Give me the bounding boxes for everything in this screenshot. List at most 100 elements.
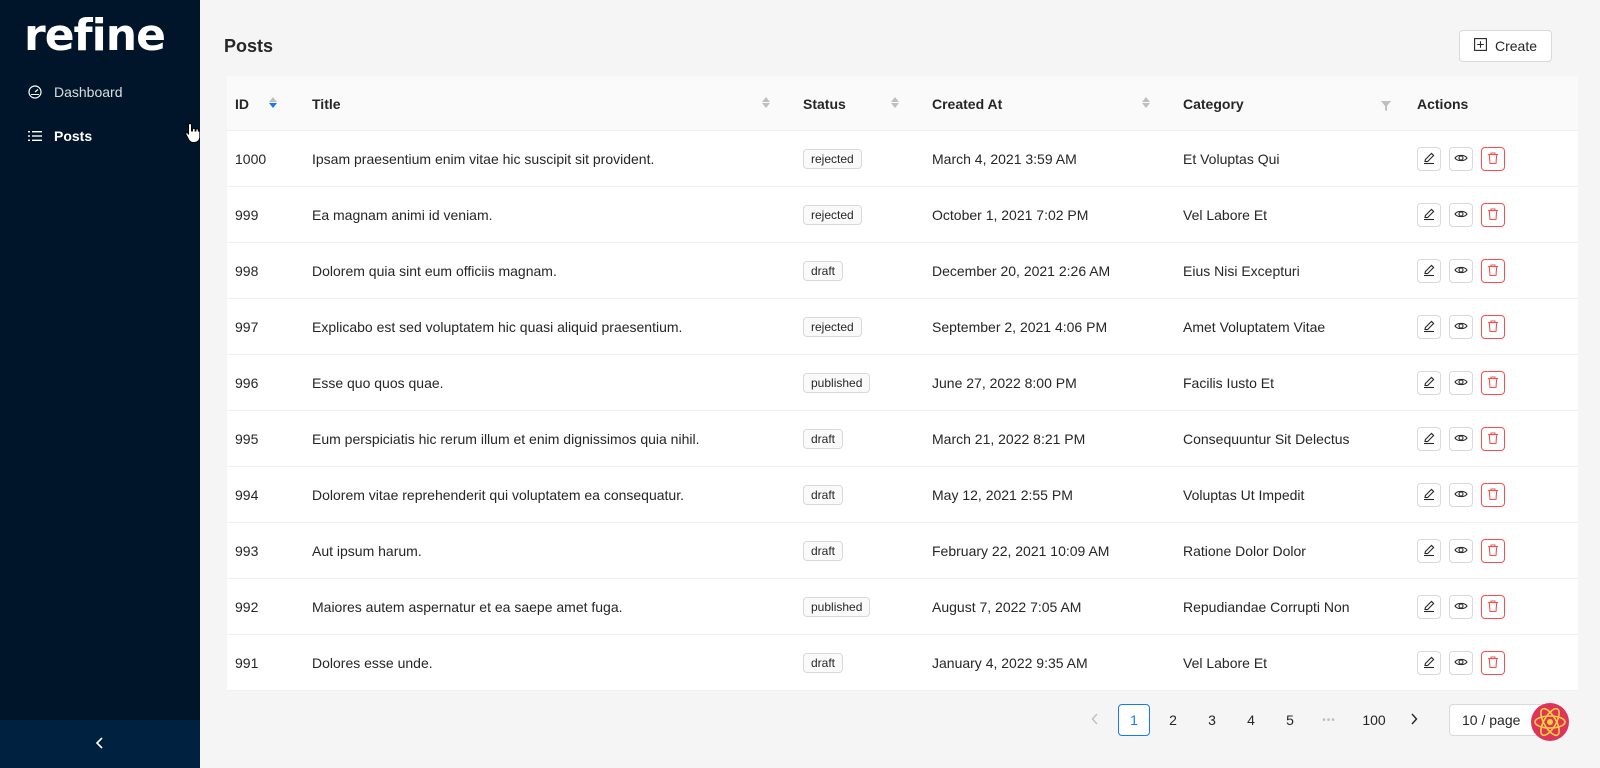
title-text: Explicabo est sed voluptatem hic quasi a…: [312, 319, 683, 335]
eye-icon: [1454, 375, 1468, 392]
delete-button[interactable]: [1481, 595, 1505, 619]
row-actions: [1417, 371, 1505, 395]
main-content: Posts Create ID Title Status Created At: [200, 0, 1600, 768]
delete-button[interactable]: [1481, 315, 1505, 339]
title-text: Eum perspiciatis hic rerum illum et enim…: [312, 431, 700, 447]
status-badge: draft: [803, 429, 844, 449]
edit-button[interactable]: [1417, 371, 1441, 395]
edit-button[interactable]: [1417, 483, 1441, 507]
category-text: Ratione Dolor Dolor: [1183, 543, 1306, 559]
row-actions: [1417, 483, 1505, 507]
cell-title: Aut ipsum harum.: [312, 523, 422, 579]
eye-icon: [1454, 655, 1468, 672]
delete-icon: [1486, 319, 1500, 336]
pagination-next-button[interactable]: [1398, 704, 1430, 736]
show-button[interactable]: [1449, 203, 1473, 227]
sort-icon[interactable]: [891, 97, 899, 108]
edit-icon: [1422, 431, 1436, 448]
delete-icon: [1486, 263, 1500, 280]
show-button[interactable]: [1449, 259, 1473, 283]
delete-button[interactable]: [1481, 371, 1505, 395]
edit-button[interactable]: [1417, 315, 1441, 339]
react-devtools-icon[interactable]: [1530, 702, 1570, 742]
column-header-id[interactable]: ID: [235, 76, 277, 131]
pagination-ellipsis[interactable]: •••: [1313, 704, 1345, 736]
edit-button[interactable]: [1417, 203, 1441, 227]
pagination-page-5[interactable]: 5: [1274, 704, 1306, 736]
sidebar-item-dashboard[interactable]: Dashboard: [0, 70, 200, 114]
delete-button[interactable]: [1481, 427, 1505, 451]
cell-category: Repudiandae Corrupti Non: [1183, 579, 1350, 635]
show-button[interactable]: [1449, 371, 1473, 395]
delete-button[interactable]: [1481, 203, 1505, 227]
column-header-title[interactable]: Title: [312, 76, 772, 131]
cell-title: Eum perspiciatis hic rerum illum et enim…: [312, 411, 699, 467]
created-at-text: March 21, 2022 8:21 PM: [932, 431, 1086, 447]
cell-title: Maiores autem aspernatur et ea saepe ame…: [312, 579, 623, 635]
cell-category: Vel Labore Et: [1183, 635, 1267, 691]
show-button[interactable]: [1449, 595, 1473, 619]
show-button[interactable]: [1449, 315, 1473, 339]
status-badge: rejected: [803, 149, 862, 169]
id-text: 997: [235, 319, 259, 335]
pagination-page-1[interactable]: 1: [1118, 704, 1150, 736]
app-logo[interactable]: refine: [24, 10, 166, 61]
table-header: ID Title Status Created At Category Acti…: [227, 76, 1578, 131]
column-header-created-at[interactable]: Created At: [932, 76, 1152, 131]
sort-icon[interactable]: [1142, 97, 1150, 108]
pagination-page-3[interactable]: 3: [1196, 704, 1228, 736]
cell-created-at: January 4, 2022 9:35 AM: [932, 635, 1088, 691]
cell-status: published: [803, 579, 871, 635]
delete-button[interactable]: [1481, 651, 1505, 675]
column-header-category[interactable]: Category: [1183, 76, 1398, 131]
edit-button[interactable]: [1417, 539, 1441, 563]
cell-id: 998: [235, 243, 258, 299]
cell-title: Ipsam praesentium enim vitae hic suscipi…: [312, 131, 654, 187]
show-button[interactable]: [1449, 427, 1473, 451]
logo-text: refine: [24, 10, 166, 61]
sidebar-item-posts[interactable]: Posts: [0, 114, 200, 158]
pagination-prev-button[interactable]: [1079, 704, 1111, 736]
sort-icon[interactable]: [269, 97, 277, 108]
edit-button[interactable]: [1417, 595, 1441, 619]
pagination-page-2[interactable]: 2: [1157, 704, 1189, 736]
edit-button[interactable]: [1417, 651, 1441, 675]
show-button[interactable]: [1449, 539, 1473, 563]
edit-icon: [1422, 487, 1436, 504]
delete-button[interactable]: [1481, 483, 1505, 507]
edit-button[interactable]: [1417, 427, 1441, 451]
sort-icon[interactable]: [762, 97, 770, 108]
show-button[interactable]: [1449, 483, 1473, 507]
filter-icon[interactable]: [1381, 98, 1391, 114]
cell-created-at: October 1, 2021 7:02 PM: [932, 187, 1088, 243]
category-text: Vel Labore Et: [1183, 207, 1268, 223]
created-at-text: May 12, 2021 2:55 PM: [932, 487, 1073, 503]
cell-actions: [1417, 299, 1505, 355]
created-at-text: January 4, 2022 9:35 AM: [932, 655, 1088, 671]
id-text: 1000: [235, 151, 267, 167]
edit-icon: [1422, 655, 1436, 672]
id-text: 999: [235, 207, 259, 223]
delete-icon: [1486, 375, 1500, 392]
delete-icon: [1486, 207, 1500, 224]
delete-button[interactable]: [1481, 259, 1505, 283]
pagination-last-page[interactable]: 100: [1352, 704, 1396, 736]
id-text: 996: [235, 375, 259, 391]
cell-category: Eius Nisi Excepturi: [1183, 243, 1300, 299]
pagination-page-4[interactable]: 4: [1235, 704, 1267, 736]
show-button[interactable]: [1449, 651, 1473, 675]
status-badge: draft: [803, 261, 844, 281]
delete-button[interactable]: [1481, 147, 1505, 171]
edit-button[interactable]: [1417, 259, 1441, 283]
edit-button[interactable]: [1417, 147, 1441, 171]
sidebar-collapse-button[interactable]: [0, 720, 200, 768]
status-badge: rejected: [803, 317, 862, 337]
create-button[interactable]: Create: [1458, 30, 1552, 62]
cell-id: 991: [235, 635, 258, 691]
delete-button[interactable]: [1481, 539, 1505, 563]
cell-category: Et Voluptas Qui: [1183, 131, 1280, 187]
show-button[interactable]: [1449, 147, 1473, 171]
cell-created-at: May 12, 2021 2:55 PM: [932, 467, 1073, 523]
column-header-status[interactable]: Status: [803, 76, 903, 131]
chevron-right-icon: [1410, 712, 1418, 728]
